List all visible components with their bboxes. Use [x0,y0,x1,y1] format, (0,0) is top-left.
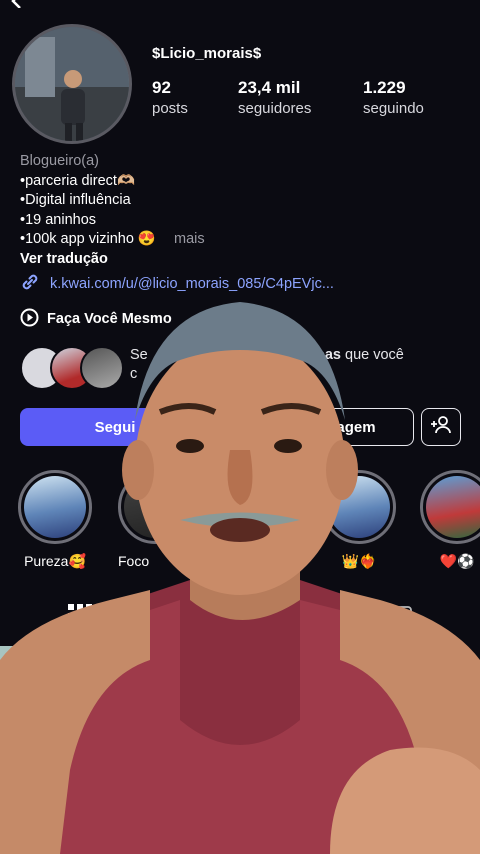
stat-followers-value: 23,4 mil [238,78,301,97]
profile-username: $Licio_morais$ [152,45,262,62]
stat-followers[interactable]: 23,4 mil seguidores [238,78,311,117]
stat-followers-label: seguidores [238,100,312,117]
bio-line: •parceria direct🫶🏼 [20,172,136,189]
profile-avatar[interactable] [12,24,132,144]
profile-bio: Blogueiro(a) •parceria direct🫶🏼 •Digital… [20,152,205,269]
stat-following-label: seguindo [363,100,424,117]
stat-following-value: 1.229 [363,78,406,97]
bio-line: •19 aninhos [20,211,97,228]
profile-category: Blogueiro(a) [20,153,99,169]
translate-link[interactable]: Ver tradução [20,250,205,270]
profile-link[interactable]: k.kwai.com/u/@licio_morais_085/C4pEVjc..… [20,272,334,296]
back-icon[interactable] [10,0,24,9]
profile-link-text: k.kwai.com/u/@licio_morais_085/C4pEVjc..… [50,275,334,292]
bio-line: •Digital influência [20,192,131,208]
presenter-video-overlay [0,302,480,854]
stat-following[interactable]: 1.229 seguindo [363,78,424,117]
bio-line: •100k app vizinho 😍 [20,231,156,247]
stat-posts-label: posts [152,100,188,117]
stat-posts[interactable]: 92 posts [152,78,188,117]
bio-more-link[interactable]: mais [174,231,205,247]
stat-posts-value: 92 [152,78,171,97]
link-icon [20,272,40,296]
